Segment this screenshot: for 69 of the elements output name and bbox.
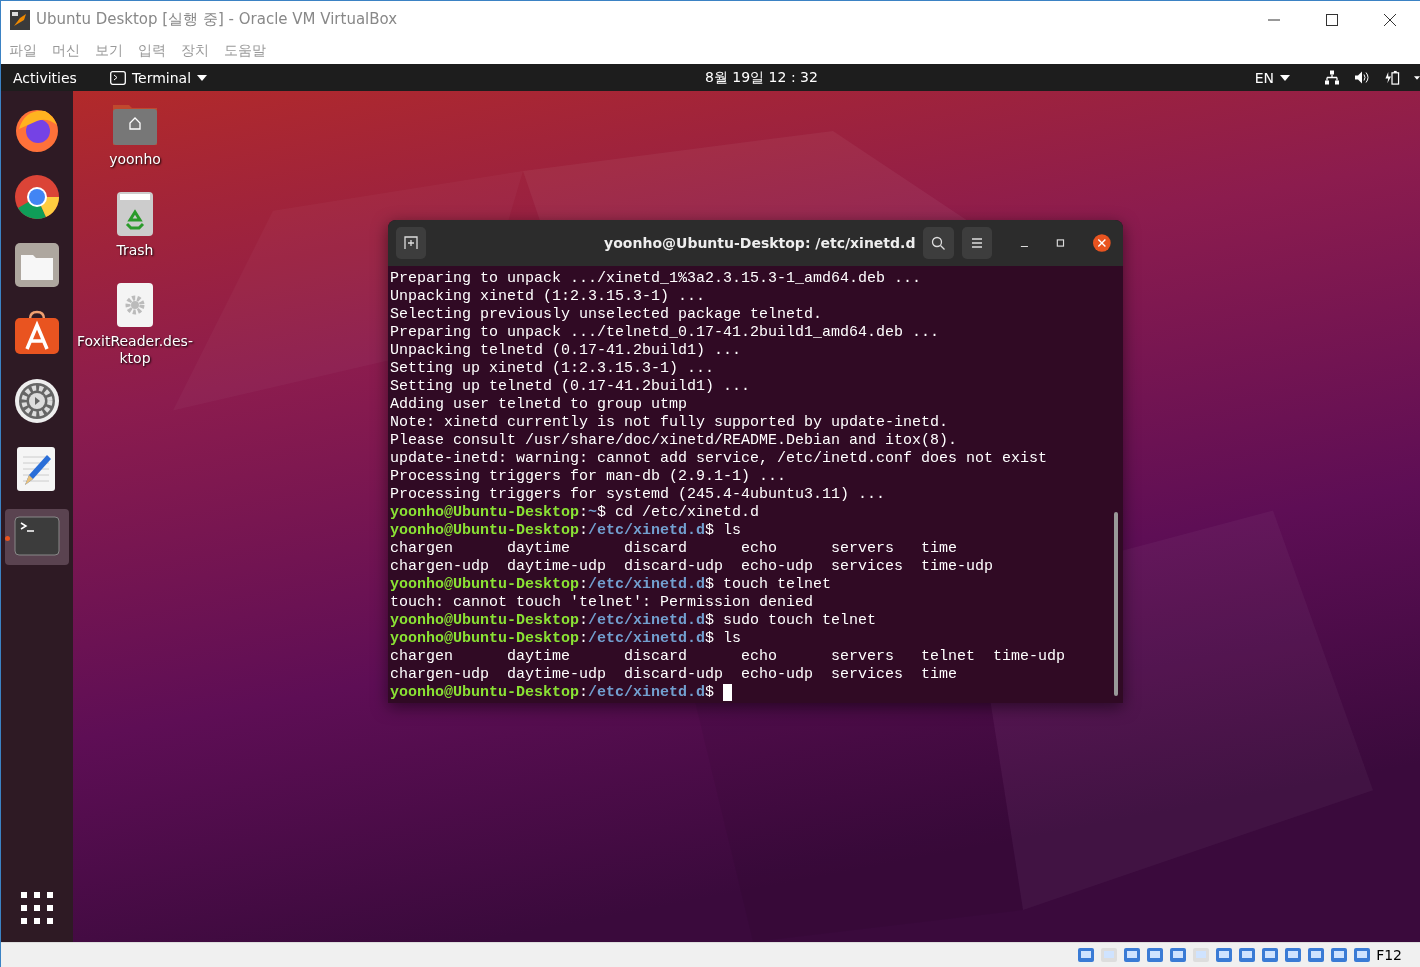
terminal-prompt-line: yoonho@Ubuntu-Desktop:/etc/xinetd.d$ ls (390, 630, 742, 648)
terminal-output-line: Selecting previously unselected package telnetd. (390, 306, 823, 324)
terminal-output-line: Please consult /usr/share/doc/xinetd/README.Debian and itox(8). (390, 432, 958, 450)
caret-icon (197, 74, 208, 81)
device-status-icon[interactable] (1215, 946, 1234, 964)
terminal-icon (109, 70, 126, 85)
maximize-icon[interactable] (1326, 13, 1338, 26)
gear-icon (13, 377, 61, 425)
device-status-icon[interactable] (1238, 946, 1257, 964)
language-menu[interactable]: EN (1254, 69, 1290, 86)
device-status-icon[interactable] (1330, 946, 1349, 964)
search-icon (931, 236, 946, 250)
new-tab-icon (404, 236, 419, 250)
terminal-output-line: Unpacking xinetd (1:2.3.15.3-1) ... (390, 288, 706, 306)
search-button[interactable] (923, 227, 954, 259)
device-status-icon[interactable] (1077, 946, 1096, 964)
device-status-icon[interactable] (1123, 946, 1142, 964)
terminal-output-line: Setting up xinetd (1:2.3.15.3-1) ... (390, 360, 715, 378)
caret-icon (1280, 74, 1290, 81)
terminal-title: yoonho@Ubuntu-Desktop: /etc/xinetd.d (603, 235, 916, 251)
clock[interactable]: 8월 19일 12 : 32 (705, 68, 818, 87)
terminal-output-line: chargen-udp daytime-udp discard-udp echo-udp services time (390, 666, 958, 684)
shopping-bag-icon (13, 309, 61, 357)
menu-button[interactable] (961, 227, 992, 259)
terminal-output-line: Adding user telnetd to group utmp (390, 396, 688, 414)
terminal-prompt-line: yoonho@Ubuntu-Desktop:~$ cd /etc/xinetd.d (390, 504, 760, 522)
network-icon[interactable] (1324, 70, 1340, 85)
window-title: Ubuntu Desktop [실행 중] - Oracle VM VirtualBox (36, 10, 398, 29)
terminal-prompt-line: yoonho@Ubuntu-Desktop:/etc/xinetd.d$ touch telnet (390, 576, 832, 594)
terminal-output-line: Processing triggers for systemd (245.4-4ubuntu3.11) ... (390, 486, 886, 504)
volume-icon[interactable] (1354, 70, 1370, 85)
desktop-icon-label[interactable]: FoxitReader.des-ktop (76, 333, 194, 367)
caret-icon[interactable] (1414, 74, 1420, 81)
terminal-output-line: Preparing to unpack .../xinetd_1%3a2.3.15.3-1_amd64.deb ... (390, 270, 922, 288)
terminal-prompt-line: yoonho@Ubuntu-Desktop:/etc/xinetd.d$ (390, 684, 733, 702)
terminal-output-line: chargen daytime discard echo servers telnet time-udp (390, 648, 1066, 666)
host-key-label: F12 (1376, 947, 1402, 963)
terminal-output-line: Unpacking telnetd (0.17-41.2build1) ... (390, 342, 742, 360)
browser-icon (13, 173, 61, 221)
device-status-icon[interactable] (1146, 946, 1165, 964)
scrollbar[interactable] (1114, 512, 1118, 696)
terminal-output-line: Note: xinetd currently is not fully supported by update-inetd. (390, 414, 949, 432)
terminal-output-line: update-inetd: warning: cannot add service, /etc/inetd.conf does not exist (390, 450, 1048, 468)
close-icon[interactable] (1093, 233, 1111, 253)
terminal-output-line: chargen-udp daytime-udp discard-udp echo-udp services time-udp (390, 558, 994, 576)
folder-icon (13, 241, 61, 289)
desktop-icon-label[interactable]: yoonho (76, 151, 194, 168)
battery-icon[interactable] (1384, 70, 1400, 85)
device-status-icon[interactable] (1307, 946, 1326, 964)
device-status-icon[interactable] (1261, 946, 1280, 964)
terminal-output-line: Setting up telnetd (0.17-41.2build1) ... (390, 378, 751, 396)
device-status-icon[interactable] (1284, 946, 1303, 964)
new-tab-button[interactable] (396, 227, 427, 259)
terminal-prompt-line: yoonho@Ubuntu-Desktop:/etc/xinetd.d$ sudo touch telnet (390, 612, 877, 630)
close-icon[interactable] (1384, 13, 1396, 26)
menu-icon (969, 236, 984, 250)
desktop-icon-label[interactable]: Trash (76, 242, 194, 259)
terminal-output-line: Processing triggers for man-db (2.9.1-1) ... (390, 468, 787, 486)
terminal-output-line: Preparing to unpack .../telnetd_0.17-41.2build1_amd64.deb ... (390, 324, 940, 342)
activities-button[interactable]: Activities (13, 69, 77, 86)
terminal-prompt-line: yoonho@Ubuntu-Desktop:/etc/xinetd.d$ ls (390, 522, 742, 540)
app-icon (10, 9, 30, 30)
device-status-icon[interactable] (1353, 946, 1372, 964)
terminal-output-line: touch: cannot touch 'telnet': Permission denied (390, 594, 814, 612)
app-menu[interactable]: Terminal (109, 69, 208, 86)
device-status-icon[interactable] (1169, 946, 1188, 964)
running-dot (5, 536, 10, 541)
app-grid-icon[interactable] (21, 892, 53, 924)
terminal-output-line: chargen daytime discard echo servers time (390, 540, 958, 558)
